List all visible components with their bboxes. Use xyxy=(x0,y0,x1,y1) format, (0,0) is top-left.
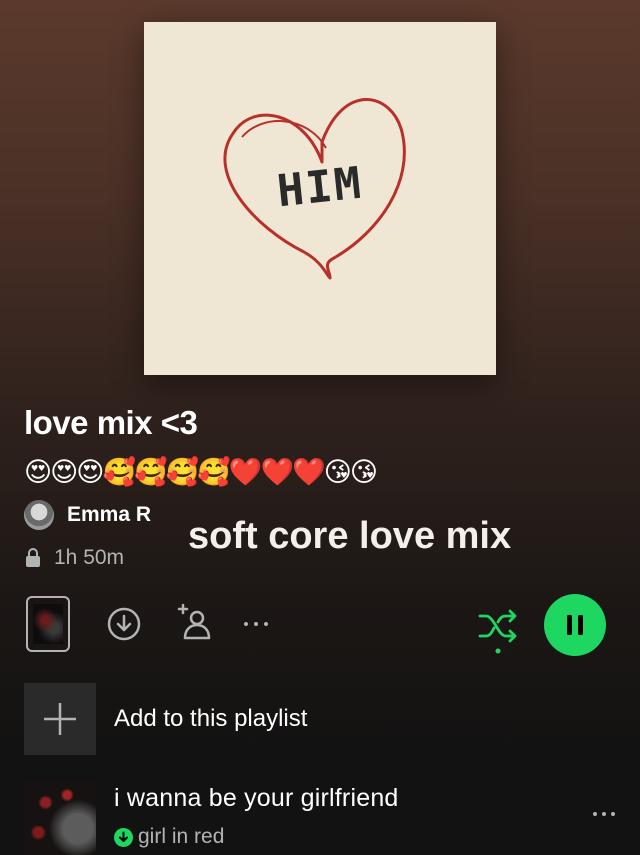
shuffle-icon[interactable] xyxy=(476,604,520,654)
track-artist-row: girl in red xyxy=(114,825,224,849)
add-to-playlist-label: Add to this playlist xyxy=(114,705,308,732)
download-icon[interactable] xyxy=(106,606,142,642)
playlist-cover: HIM xyxy=(144,22,496,375)
owner-name[interactable]: Emma R xyxy=(67,503,151,527)
playlist-meta: 1h 50m xyxy=(24,546,124,570)
add-box[interactable] xyxy=(24,683,96,755)
downloaded-icon xyxy=(114,827,133,847)
more-icon[interactable] xyxy=(238,606,274,642)
add-user-icon[interactable] xyxy=(174,602,214,642)
lock-icon xyxy=(26,548,40,567)
track-more-icon[interactable] xyxy=(590,804,618,824)
owner-info[interactable]: Emma R xyxy=(24,500,151,530)
playlist-title: love mix <3 xyxy=(24,404,198,441)
playlist-description: 😍😍😍🥰🥰🥰🥰❤️❤️❤️😘😘 xyxy=(24,457,378,487)
track-title: i wanna be your girlfriend xyxy=(114,784,399,812)
pause-icon xyxy=(567,615,583,635)
track-artwork xyxy=(24,780,96,855)
plus-icon xyxy=(44,703,76,735)
pause-button[interactable] xyxy=(544,594,606,656)
track-artist[interactable]: girl in red xyxy=(138,825,224,849)
add-to-playlist-row[interactable]: Add to this playlist xyxy=(24,683,307,755)
action-bar xyxy=(24,594,616,658)
avatar[interactable] xyxy=(24,500,54,530)
track-row[interactable]: i wanna be your girlfriend girl in red xyxy=(24,780,624,855)
preview-cover-button[interactable] xyxy=(26,596,70,652)
overlay-caption: soft core love mix xyxy=(188,515,512,557)
playlist-duration: 1h 50m xyxy=(54,546,125,569)
